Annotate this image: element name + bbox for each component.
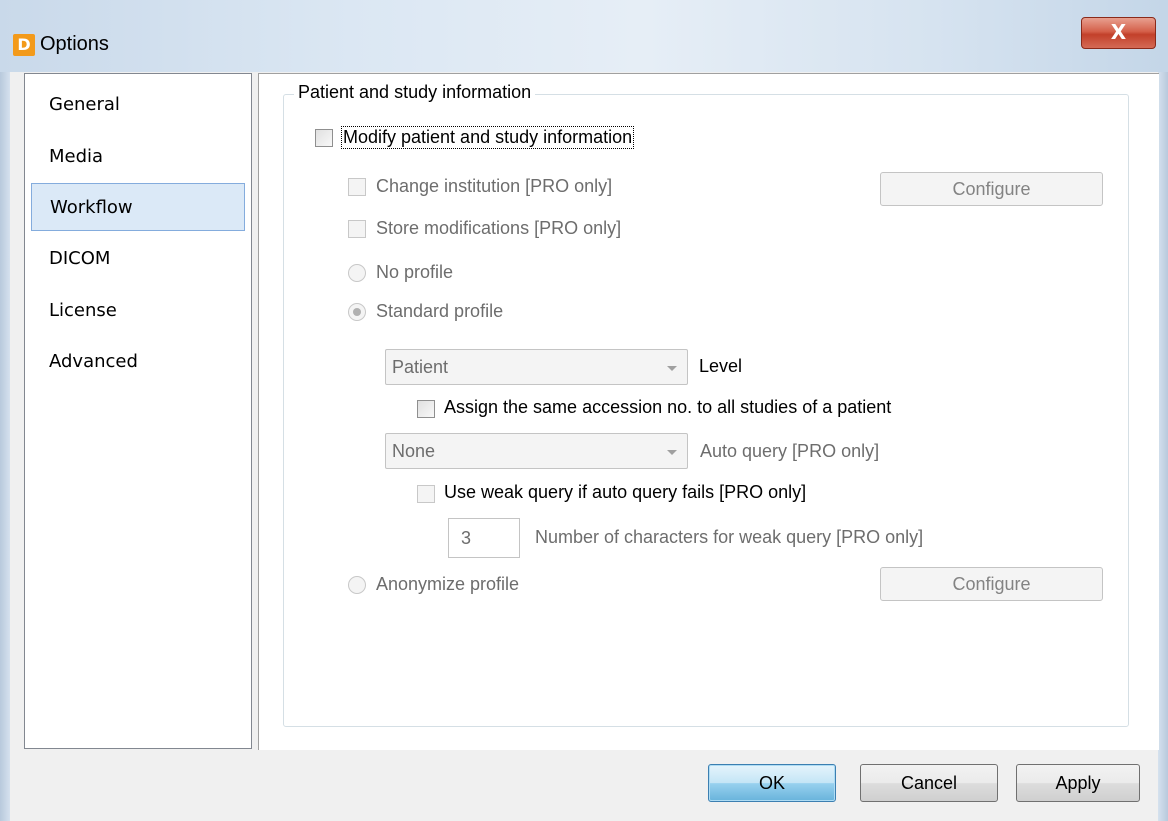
- ok-button[interactable]: OK: [708, 764, 836, 802]
- anonymize-profile-label: Anonymize profile: [376, 574, 520, 594]
- weak-query-chars-label: Number of characters for weak query [PRO…: [535, 527, 924, 547]
- auto-query-select[interactable]: None: [385, 433, 688, 469]
- chevron-down-icon: [667, 366, 677, 371]
- close-button[interactable]: X: [1081, 17, 1156, 49]
- radio-selected-dot: [353, 308, 361, 316]
- apply-button[interactable]: Apply: [1016, 764, 1140, 802]
- configure-anonymize-button[interactable]: Configure: [880, 567, 1103, 601]
- change-institution-checkbox[interactable]: [348, 178, 366, 196]
- standard-profile-radio[interactable]: [348, 303, 366, 321]
- modify-info-label[interactable]: Modify patient and study information: [341, 126, 635, 149]
- change-institution-label: Change institution [PRO only]: [376, 176, 613, 196]
- no-profile-label: No profile: [376, 262, 454, 282]
- no-profile-radio[interactable]: [348, 264, 366, 282]
- configure-institution-button[interactable]: Configure: [880, 172, 1103, 206]
- level-select[interactable]: Patient: [385, 349, 688, 385]
- level-select-value: Patient: [392, 357, 449, 377]
- chevron-down-icon: [667, 450, 677, 455]
- cancel-button[interactable]: Cancel: [860, 764, 998, 802]
- assign-accession-checkbox[interactable]: [417, 400, 435, 418]
- standard-profile-label: Standard profile: [376, 301, 504, 321]
- auto-query-label: Auto query [PRO only]: [700, 441, 880, 461]
- sidebar-item-advanced[interactable]: Advanced: [31, 338, 245, 386]
- window-frame-left: [0, 72, 10, 821]
- auto-query-select-value: None: [392, 441, 436, 461]
- store-modifications-label: Store modifications [PRO only]: [376, 218, 622, 238]
- store-modifications-checkbox[interactable]: [348, 220, 366, 238]
- category-list: General Media Workflow DICOM License Adv…: [24, 73, 252, 749]
- title-bar[interactable]: D Options X: [0, 0, 1168, 72]
- weak-query-checkbox[interactable]: [417, 485, 435, 503]
- weak-query-chars-input[interactable]: 3: [448, 518, 520, 558]
- level-label: Level: [699, 356, 743, 376]
- window-title: Options: [40, 33, 109, 55]
- weak-query-label: Use weak query if auto query fails [PRO …: [444, 482, 807, 502]
- modify-info-checkbox[interactable]: [315, 129, 333, 147]
- window-frame-right: [1158, 72, 1168, 821]
- sidebar-item-media[interactable]: Media: [31, 133, 245, 181]
- sidebar-item-dicom[interactable]: DICOM: [31, 235, 245, 283]
- group-title: Patient and study information: [294, 82, 536, 103]
- assign-accession-label: Assign the same accession no. to all stu…: [444, 397, 892, 417]
- sidebar-item-license[interactable]: License: [31, 287, 245, 335]
- sidebar-item-workflow[interactable]: Workflow: [31, 183, 245, 231]
- options-dialog: D Options X General Media Workflow DICOM…: [0, 0, 1168, 821]
- app-icon: D: [13, 34, 35, 56]
- sidebar-item-general[interactable]: General: [31, 81, 245, 129]
- anonymize-profile-radio[interactable]: [348, 576, 366, 594]
